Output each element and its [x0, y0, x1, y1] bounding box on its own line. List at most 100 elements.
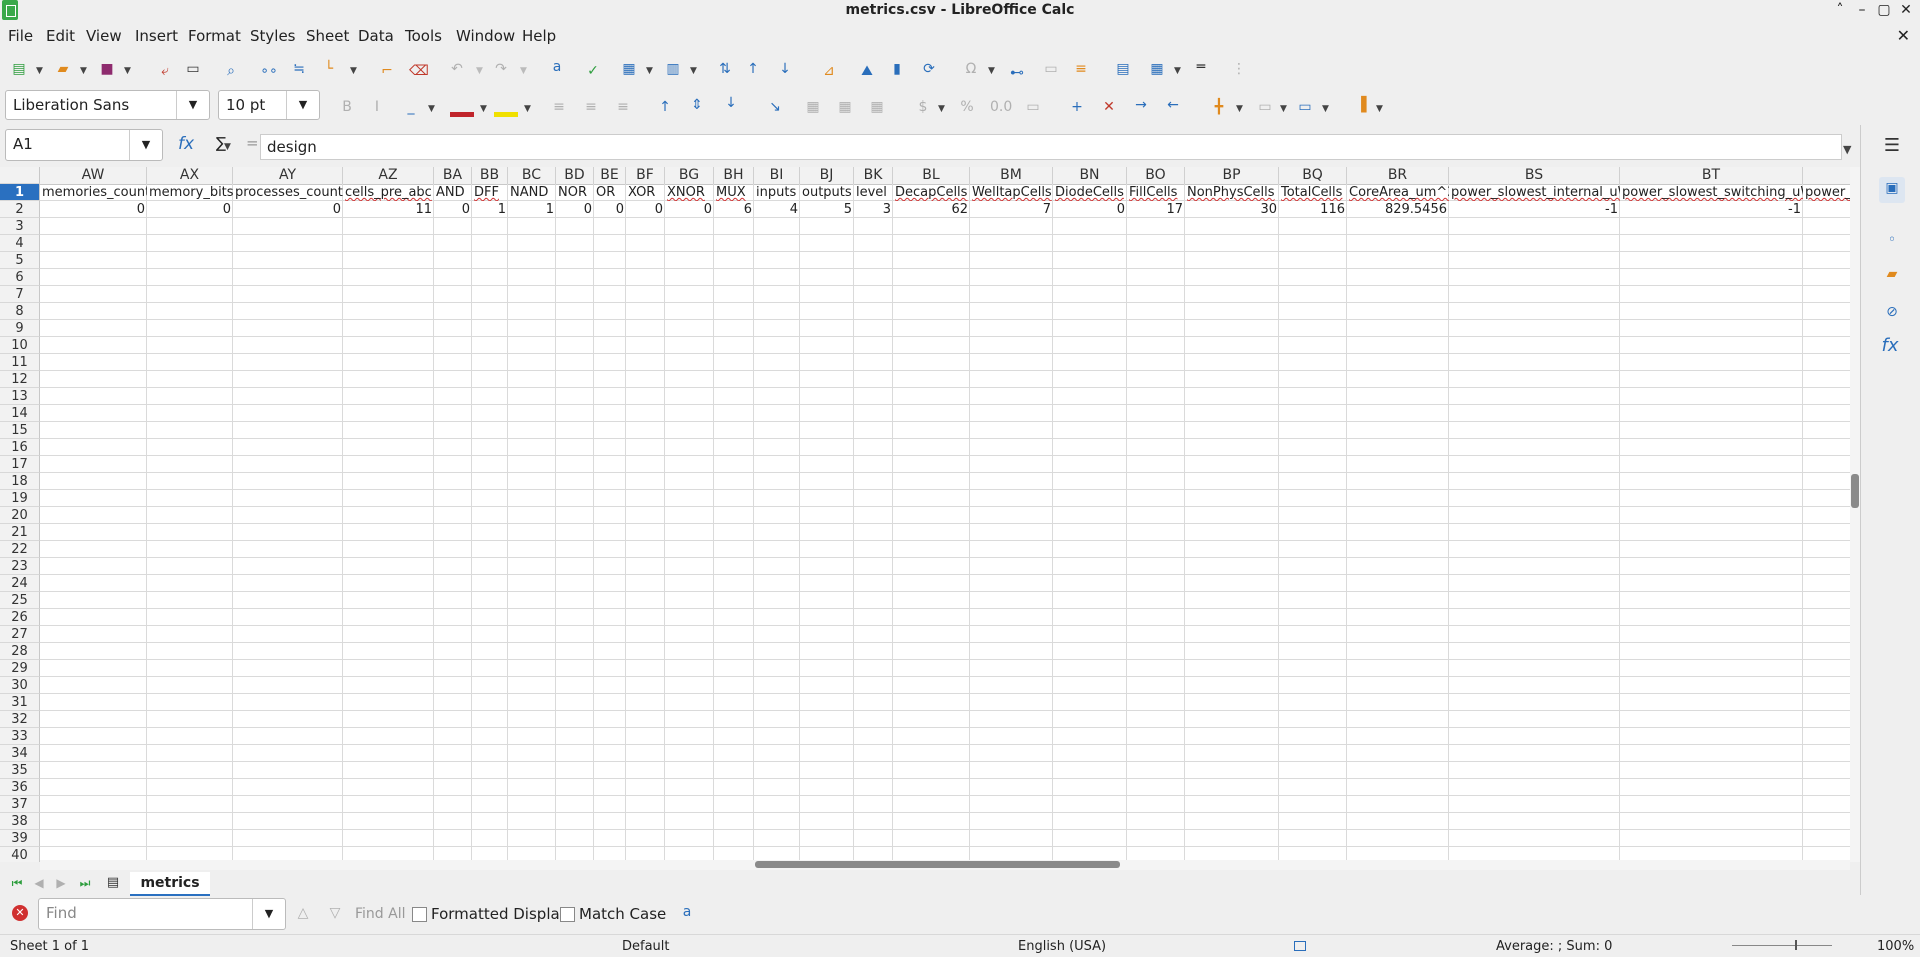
select-all-corner[interactable]	[0, 167, 40, 184]
chevron-down-icon[interactable]: ▼	[80, 66, 87, 76]
column-header[interactable]: BF	[626, 167, 665, 184]
data-cell[interactable]: 11	[343, 201, 434, 218]
percent-format-icon[interactable]: %	[956, 96, 978, 118]
find-replace-icon[interactable]: a	[546, 56, 568, 78]
column-header[interactable]: BS	[1449, 167, 1620, 184]
header-cell[interactable]: level	[854, 184, 893, 201]
properties-icon[interactable]: ▣	[1879, 177, 1905, 203]
row-header[interactable]: 15	[0, 422, 40, 439]
data-cell[interactable]: 5	[800, 201, 854, 218]
data-cell[interactable]: 62	[893, 201, 970, 218]
define-print-area-icon[interactable]: ▤	[1112, 58, 1134, 80]
function-wizard-icon[interactable]: fx	[178, 134, 194, 154]
data-cell[interactable]: 0	[233, 201, 343, 218]
chevron-down-icon[interactable]: ▼	[428, 104, 435, 114]
row-header[interactable]: 18	[0, 473, 40, 490]
data-cell[interactable]: 0	[1053, 201, 1127, 218]
menu-tools[interactable]: Tools	[405, 27, 442, 45]
chevron-down-icon[interactable]: ▼	[520, 66, 527, 76]
page-style[interactable]: Default	[622, 939, 670, 954]
row-header[interactable]: 32	[0, 711, 40, 728]
chevron-down-icon[interactable]: ▼	[476, 66, 483, 76]
chevron-down-icon[interactable]: ▼	[36, 66, 43, 76]
vertical-scrollbar[interactable]	[1850, 167, 1860, 862]
functions-icon[interactable]: fx	[1879, 335, 1901, 357]
row-header[interactable]: 39	[0, 830, 40, 847]
menu-file[interactable]: File	[8, 27, 33, 45]
language-status[interactable]: English (USA)	[1018, 939, 1106, 954]
data-cell[interactable]: 4	[754, 201, 800, 218]
column-header[interactable]: AX	[147, 167, 233, 184]
borders-icon[interactable]: ╋	[1208, 96, 1230, 118]
row-header[interactable]: 29	[0, 660, 40, 677]
chevron-down-icon[interactable]: ▼	[1236, 104, 1243, 114]
chevron-down-icon[interactable]: ▼	[129, 130, 162, 160]
show-draw-functions-icon[interactable]: ⋮	[1228, 58, 1250, 80]
close-window-button[interactable]: ✕	[1896, 1, 1916, 19]
data-cell[interactable]: 0	[40, 201, 147, 218]
spelling-icon[interactable]: ✓	[582, 60, 604, 82]
data-cell[interactable]: 116	[1279, 201, 1347, 218]
row-header[interactable]: 19	[0, 490, 40, 507]
header-cell[interactable]: outputs	[800, 184, 854, 201]
menu-edit[interactable]: Edit	[46, 27, 75, 45]
sort-ascending-icon[interactable]: ↑	[742, 58, 764, 80]
row-header[interactable]: 7	[0, 286, 40, 303]
bold-icon[interactable]: B	[336, 96, 358, 118]
sheet-tab-metrics[interactable]: metrics	[130, 872, 210, 896]
vertical-scroll-thumb[interactable]	[1851, 474, 1859, 508]
data-cell[interactable]: -1	[1449, 201, 1620, 218]
shade-button[interactable]: ˄	[1830, 1, 1850, 19]
find-replace-icon[interactable]: a	[676, 901, 698, 923]
export-pdf-icon[interactable]: ⤶	[154, 60, 176, 82]
header-cell[interactable]: DecapCells	[893, 184, 970, 201]
add-sheet-icon[interactable]: ▤	[102, 872, 124, 894]
column-header[interactable]: BI	[754, 167, 800, 184]
column-header[interactable]: BC	[508, 167, 556, 184]
header-cell[interactable]: NAND	[508, 184, 556, 201]
find-previous-icon[interactable]: △	[292, 902, 314, 924]
column-header[interactable]: AY	[233, 167, 343, 184]
find-input[interactable]: Find ▼	[38, 898, 286, 930]
merge-cells-icon[interactable]: ▦	[834, 96, 856, 118]
currency-format-icon[interactable]: $	[912, 96, 934, 118]
comment-icon[interactable]: ▭	[1040, 58, 1062, 80]
header-cell[interactable]: AND	[434, 184, 472, 201]
header-cell[interactable]: memories_count	[40, 184, 147, 201]
column-header[interactable]: BA	[434, 167, 472, 184]
row-header[interactable]: 1	[0, 184, 40, 201]
row-header[interactable]: 10	[0, 337, 40, 354]
undo-icon[interactable]: ↶	[446, 58, 468, 80]
header-cell[interactable]: XNOR	[665, 184, 714, 201]
data-cell[interactable]: 0	[594, 201, 626, 218]
center-vertically-icon[interactable]: ⇕	[686, 94, 708, 116]
row-header[interactable]: 3	[0, 218, 40, 235]
align-center-icon[interactable]: ≡	[580, 96, 602, 118]
align-top-icon[interactable]: ↑	[654, 96, 676, 118]
insert-image-icon[interactable]: ⛰	[856, 60, 878, 82]
row-header[interactable]: 35	[0, 762, 40, 779]
row-header[interactable]: 30	[0, 677, 40, 694]
special-character-icon[interactable]: Ω	[960, 58, 982, 80]
row-header[interactable]: 38	[0, 813, 40, 830]
column-header[interactable]: BD	[556, 167, 594, 184]
italic-icon[interactable]: I	[366, 96, 388, 118]
row-header[interactable]: 6	[0, 269, 40, 286]
row-header[interactable]: 27	[0, 626, 40, 643]
new-document-icon[interactable]: ▤	[8, 58, 30, 80]
increase-indent-icon[interactable]: →	[1130, 94, 1152, 116]
row-header[interactable]: 12	[0, 371, 40, 388]
expand-formula-icon[interactable]: ▼	[1843, 143, 1851, 156]
column-header[interactable]: BL	[893, 167, 970, 184]
close-find-bar-icon[interactable]: ✕	[12, 905, 28, 921]
data-cell[interactable]: 3	[854, 201, 893, 218]
chevron-down-icon[interactable]: ▼	[350, 66, 357, 76]
column-header[interactable]: BH	[714, 167, 754, 184]
row-header[interactable]: 28	[0, 643, 40, 660]
date-format-icon[interactable]: ▭	[1022, 96, 1044, 118]
autofilter-icon[interactable]: ⊿	[818, 60, 840, 82]
header-cell[interactable]: inputs	[754, 184, 800, 201]
menu-help[interactable]: Help	[522, 27, 556, 45]
row-header[interactable]: 20	[0, 507, 40, 524]
spreadsheet-grid[interactable]: AW AX AY AZ BA BB BC BD BE BF BG BH BI BJ BK BL BM BN BO BP…	[0, 167, 1850, 862]
